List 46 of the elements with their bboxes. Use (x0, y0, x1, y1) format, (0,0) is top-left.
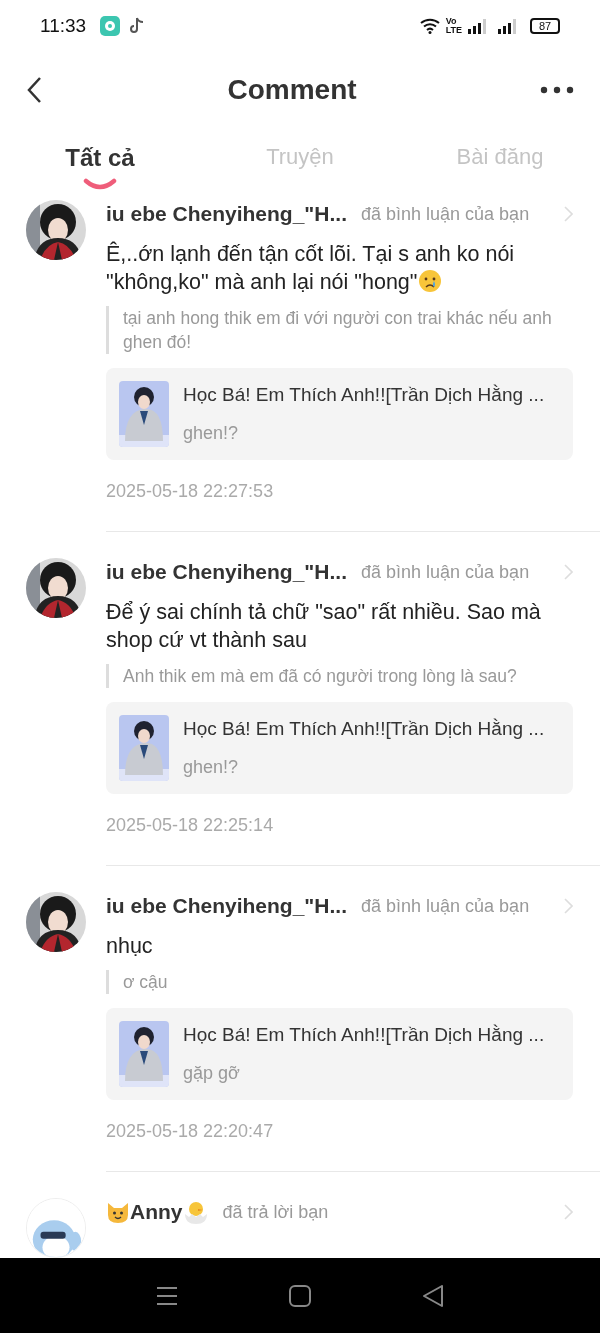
quoted-reply: Anh thik em mà em đã có người trong lòng là sau? (123, 665, 518, 688)
back-icon[interactable] (422, 1284, 445, 1307)
action-text: đã bình luận của bạn (361, 894, 530, 918)
more-icon (540, 86, 574, 94)
timestamp: 2025-05-18 22:25:14 (106, 814, 275, 837)
chevron-right-icon (564, 1204, 573, 1220)
chevron-right-icon (564, 564, 573, 580)
chevron-right-icon (564, 206, 573, 222)
story-card[interactable]: Học Bá! Em Thích Anh!![Trần Dịch Hằng ... gặp gỡ (106, 1008, 573, 1100)
page-title: Comment (226, 73, 358, 107)
timestamp: 2025-05-18 22:20:47 (106, 1120, 275, 1143)
home-icon[interactable] (289, 1284, 311, 1307)
app-icon (100, 16, 121, 36)
user-name[interactable]: iu ebe Chenyiheng_"H... (106, 198, 347, 230)
quoted-reply: tại anh hong thik em đi với người con trai khác nếu anh ghen đó! (123, 307, 553, 354)
action-text: đã trả lời bạn (222, 1200, 329, 1224)
quoted-reply: ơ cậu (123, 971, 169, 994)
timestamp: 2025-05-18 22:27:53 (106, 480, 275, 503)
story-card[interactable]: Học Bá! Em Thích Anh!![Trần Dịch Hằng ... ghen!? (106, 368, 573, 460)
action-text: đã bình luận của bạn (361, 560, 530, 584)
story-card[interactable]: Học Bá! Em Thích Anh!![Trần Dịch Hằng ... ghen!? (106, 702, 573, 794)
network-label: LTE (445, 26, 462, 35)
battery-indicator: 87 (530, 18, 560, 34)
comment-text: Ê,..ớn lạnh đến tận cốt lõi. Tại s anh ko nói "không,ko" mà anh lại nói "hong" (106, 240, 516, 296)
signal-icon (498, 18, 518, 34)
action-text: đã bình luận của bạn (361, 202, 530, 226)
tab[interactable]: Tất cả (65, 140, 135, 176)
story-title: Học Bá! Em Thích Anh!![Trần Dịch Hằng ... (183, 717, 545, 742)
status-time: 11:33 (40, 13, 87, 38)
story-title: Học Bá! Em Thích Anh!![Trần Dịch Hằng ... (183, 1023, 545, 1048)
tab-indicator (83, 178, 117, 190)
user-name[interactable]: iu ebe Chenyiheng_"H... (106, 556, 347, 588)
chapter-name: ghen!? (183, 755, 240, 779)
network-label: Vo (445, 17, 458, 26)
user-name[interactable]: Anny (130, 1196, 183, 1228)
wifi-icon (419, 18, 442, 34)
menu-icon[interactable] (155, 1285, 178, 1306)
comment-text: Để ý sai chính tả chữ "sao" rất nhiều. Sao mà shop cứ vt thành sau (106, 599, 542, 654)
chapter-name: gặp gỡ (183, 1061, 241, 1085)
chick-icon (182, 1200, 209, 1224)
story-title: Học Bá! Em Thích Anh!![Trần Dịch Hằng ... (183, 383, 545, 408)
chevron-right-icon (564, 898, 573, 914)
comment-text: nhục (106, 933, 154, 960)
user-name[interactable]: iu ebe Chenyiheng_"H... (106, 890, 347, 922)
signal-icon (468, 18, 488, 34)
chapter-name: ghen!? (183, 421, 240, 445)
